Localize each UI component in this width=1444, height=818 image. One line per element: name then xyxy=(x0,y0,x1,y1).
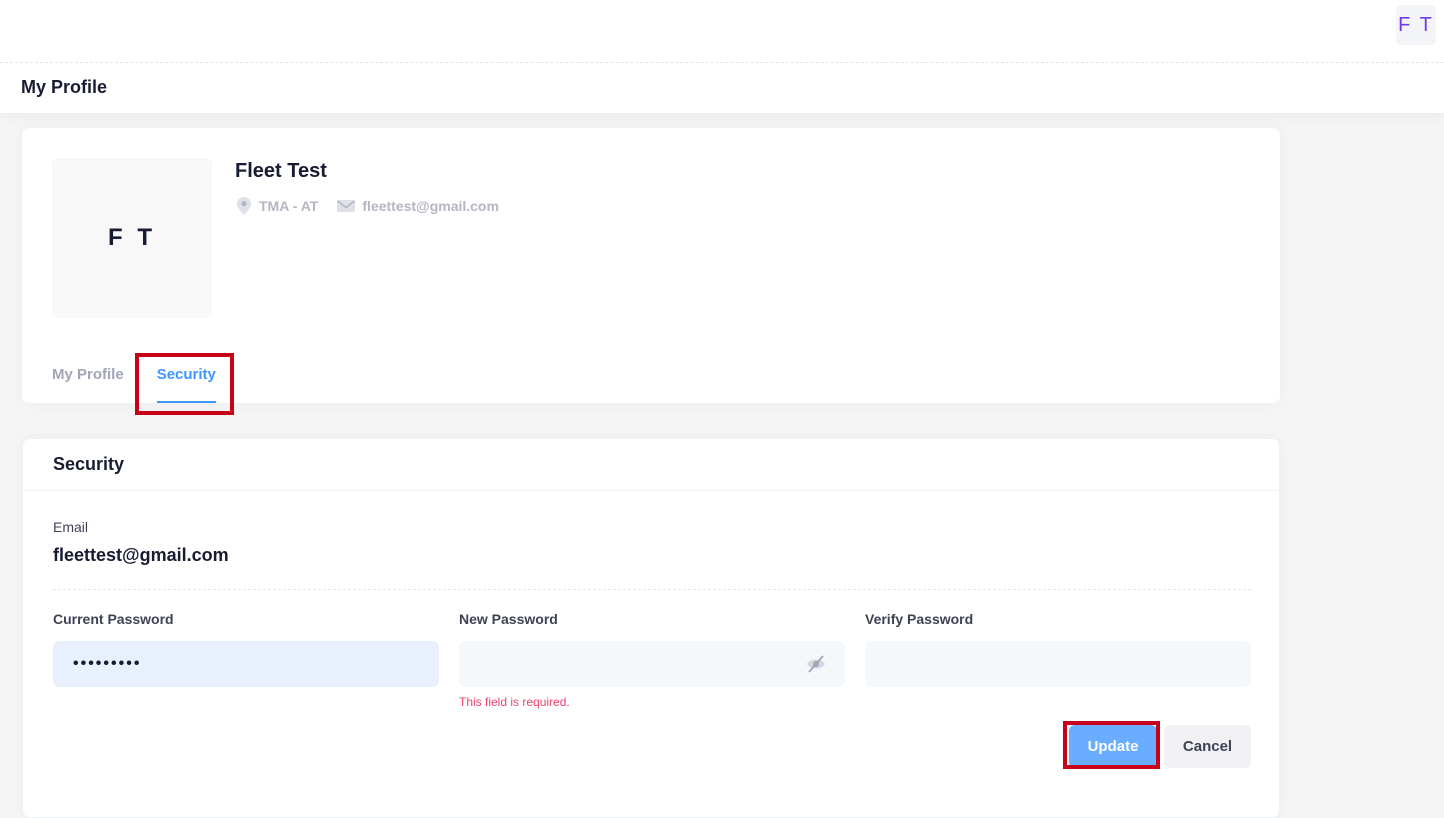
divider xyxy=(53,589,1251,590)
security-card-header: Security xyxy=(23,439,1279,491)
tab-security[interactable]: Security xyxy=(156,354,217,403)
email-value: fleettest@gmail.com xyxy=(53,545,229,565)
profile-meta: TMA - AT fleettest@gmail.com xyxy=(235,196,517,216)
profile-email: fleettest@gmail.com xyxy=(336,198,499,214)
user-avatar-button[interactable]: F T xyxy=(1396,5,1436,45)
profile-name: Fleet Test xyxy=(235,160,327,182)
profile-card: F T Fleet Test TMA - AT fleettest@gmail.… xyxy=(21,127,1281,404)
eye-slash-icon[interactable] xyxy=(805,654,827,674)
envelope-icon xyxy=(337,200,356,212)
current-password-label: Current Password xyxy=(53,611,174,627)
profile-email-text: fleettest@gmail.com xyxy=(362,198,499,214)
cancel-button[interactable]: Cancel xyxy=(1164,725,1251,768)
verify-password-label: Verify Password xyxy=(865,611,974,627)
current-password-input[interactable] xyxy=(53,641,439,687)
new-password-input[interactable] xyxy=(459,641,845,687)
security-title: Security xyxy=(53,454,125,474)
email-label: Email xyxy=(53,519,89,535)
security-card: Security Email fleettest@gmail.com Curre… xyxy=(22,438,1280,818)
tab-my-profile[interactable]: My Profile xyxy=(52,354,124,403)
page-title: My Profile xyxy=(21,77,108,97)
profile-avatar: F T xyxy=(52,158,212,318)
profile-tabs: My Profile Security xyxy=(52,354,249,404)
profile-location-text: TMA - AT xyxy=(259,198,319,214)
page-toolbar: My Profile xyxy=(0,63,1444,113)
top-header-bar: F T xyxy=(0,0,1444,63)
profile-location: TMA - AT xyxy=(235,196,318,216)
verify-password-input[interactable] xyxy=(865,641,1251,687)
new-password-error: This field is required. xyxy=(459,695,570,709)
map-marker-icon xyxy=(237,197,251,215)
update-button[interactable]: Update xyxy=(1069,725,1157,768)
new-password-label: New Password xyxy=(459,611,558,627)
